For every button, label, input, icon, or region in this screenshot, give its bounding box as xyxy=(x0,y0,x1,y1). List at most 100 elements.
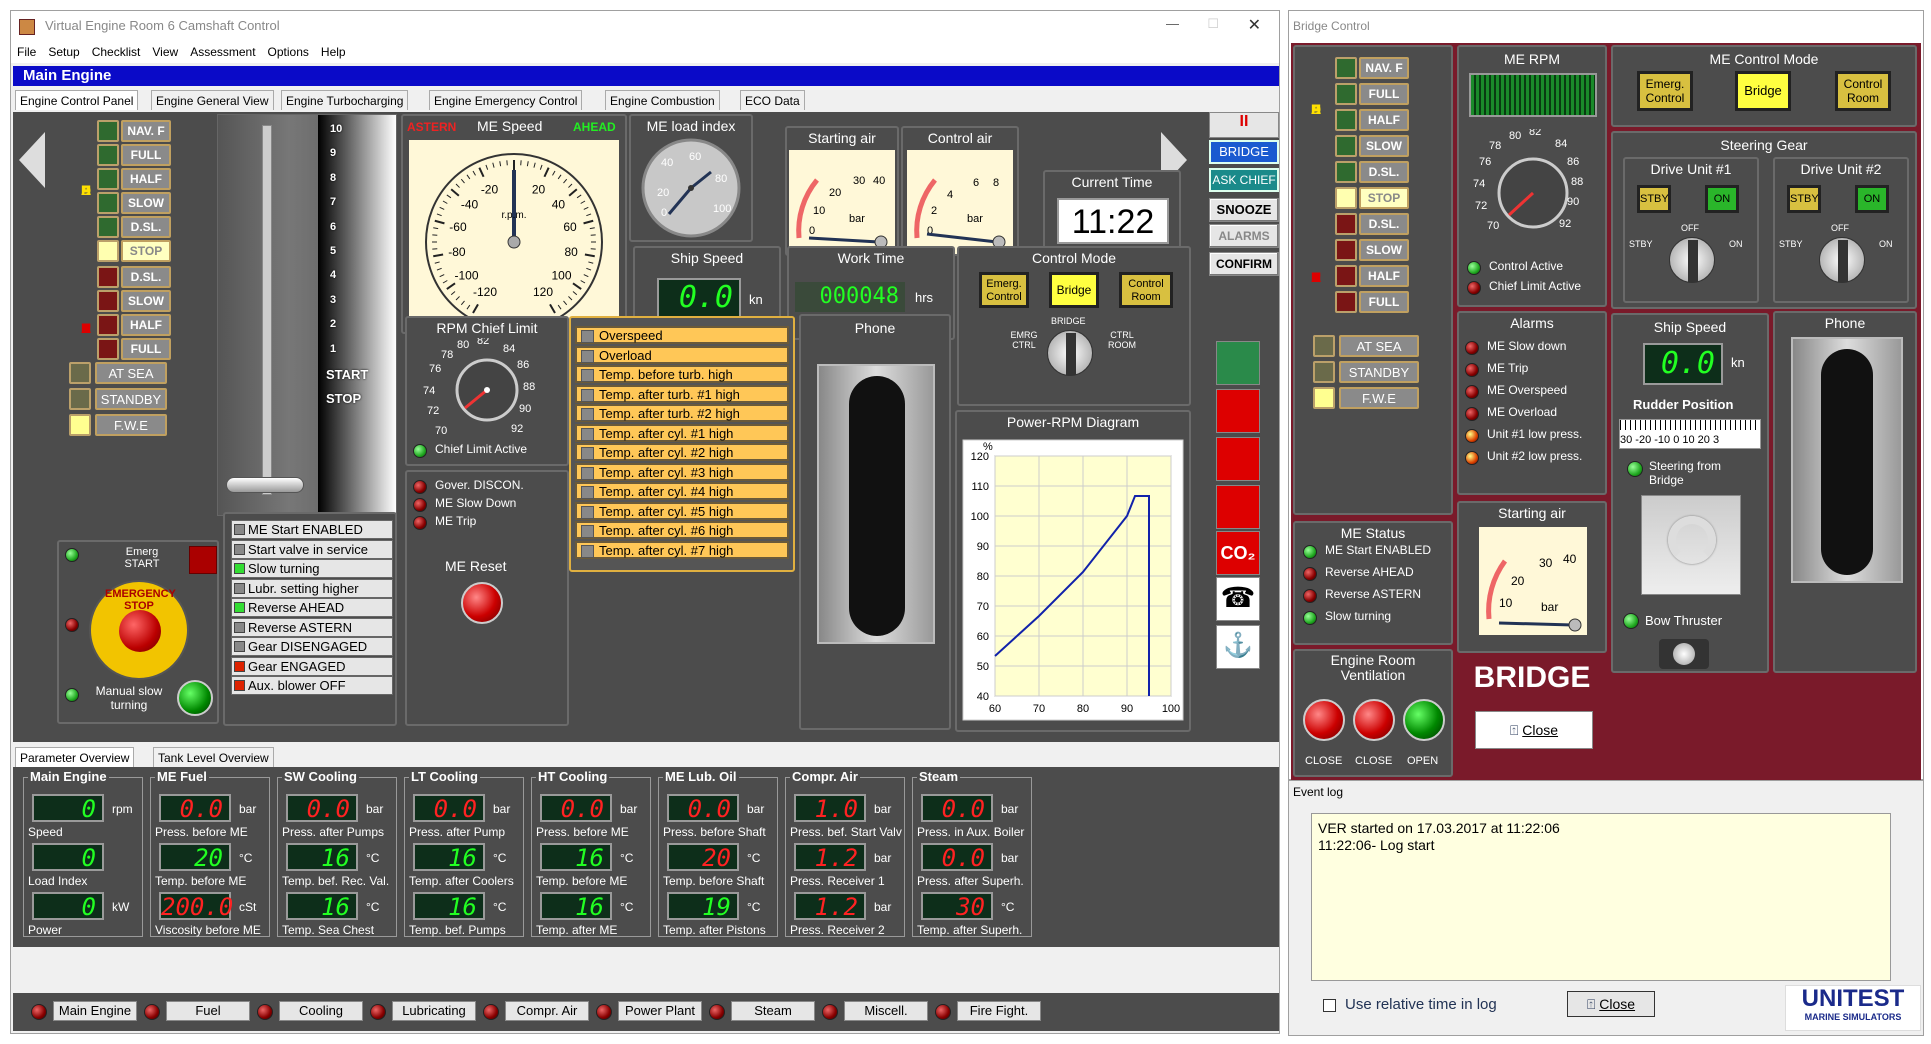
bottom-miscell--button[interactable]: Miscell. xyxy=(844,1001,928,1021)
tab-engine-general-view[interactable]: Engine General View xyxy=(151,90,274,110)
tab-engine-turbocharging[interactable]: Engine Turbocharging xyxy=(281,90,409,110)
fire-sprinkler-icon[interactable] xyxy=(1216,341,1260,385)
vent-button-2[interactable] xyxy=(1353,699,1395,741)
bottom-fire-fight--button[interactable]: Fire Fight. xyxy=(957,1001,1041,1021)
telegraph-half-button[interactable]: HALF xyxy=(121,314,171,336)
emerg-start-button[interactable] xyxy=(189,546,217,574)
minimize-icon[interactable]: — xyxy=(1166,16,1179,31)
steering-wheel-icon[interactable] xyxy=(1641,495,1741,595)
bridge-telegraph-full-button[interactable]: FULL xyxy=(1359,83,1409,105)
tab-eco-data[interactable]: ECO Data xyxy=(740,90,805,110)
menu-view[interactable]: View xyxy=(146,41,184,59)
bottom-lubricating-button[interactable]: Lubricating xyxy=(392,1001,476,1021)
bridge-mode-emergency-button[interactable]: Emerg. Control xyxy=(1637,71,1693,111)
tab-tank-level-overview[interactable]: Tank Level Overview xyxy=(153,747,274,767)
menu-options[interactable]: Options xyxy=(262,41,315,59)
co2-icon[interactable]: CO₂ xyxy=(1216,531,1260,575)
bridge-telegraph-dsl-button[interactable]: D.SL. xyxy=(1359,161,1409,183)
control-mode-switch[interactable] xyxy=(1047,330,1093,376)
menu-checklist[interactable]: Checklist xyxy=(86,41,147,59)
bridge-mode-atsea-button[interactable]: AT SEA xyxy=(1339,335,1419,357)
tab-engine-combustion[interactable]: Engine Combustion xyxy=(605,90,720,110)
gear-alarm-icon[interactable] xyxy=(1216,389,1260,433)
du2-on-button[interactable]: ON xyxy=(1855,185,1889,213)
telegraph-dsl-button[interactable]: D.SL. xyxy=(121,266,171,288)
bridge-mode-standby-button[interactable]: STANDBY xyxy=(1339,361,1419,383)
bridge-close-button[interactable]: ⍐ Close xyxy=(1475,711,1593,749)
param-value: 0.0 xyxy=(667,794,739,822)
mode-fwe-button[interactable]: F.W.E xyxy=(95,414,167,436)
bridge-telegraph-full-button[interactable]: FULL xyxy=(1359,291,1409,313)
bridge-telegraph-stop-button[interactable]: STOP xyxy=(1359,187,1409,209)
control-mode-bridge-button[interactable]: Bridge xyxy=(1049,272,1099,308)
me-speed-tick-label: -60 xyxy=(449,220,467,234)
vent-button-1[interactable] xyxy=(1303,699,1345,741)
telegraph-full-button[interactable]: FULL xyxy=(121,338,171,360)
lever-scale-label: STOP xyxy=(326,391,362,407)
maximize-icon[interactable]: ☐ xyxy=(1207,16,1219,32)
pause-button[interactable]: II xyxy=(1209,112,1279,138)
bridge-telegraph-slow-button[interactable]: SLOW xyxy=(1359,239,1409,261)
mode-atsea-button[interactable]: AT SEA xyxy=(95,362,167,384)
prev-page-arrow[interactable] xyxy=(19,132,45,188)
phone-handset[interactable] xyxy=(817,364,935,644)
menu-assessment[interactable]: Assessment xyxy=(184,41,261,59)
du2-stby-button[interactable]: STBY xyxy=(1787,185,1821,213)
menu-setup[interactable]: Setup xyxy=(42,41,85,59)
snooze-button[interactable]: SNOOZE xyxy=(1209,198,1279,222)
du2-switch[interactable] xyxy=(1819,237,1865,283)
bridge-telegraph-navf-button[interactable]: NAV. F xyxy=(1359,57,1409,79)
event-log-close-button[interactable]: ⍐ Close xyxy=(1567,991,1655,1017)
bridge-phone-handset[interactable] xyxy=(1791,337,1903,583)
bottom-power-plant-button[interactable]: Power Plant xyxy=(618,1001,702,1021)
manual-slow-button[interactable] xyxy=(177,680,213,716)
alarms-button[interactable]: ALARMS xyxy=(1209,224,1279,248)
telegraph-slow-button[interactable]: SLOW xyxy=(121,290,171,312)
tab-engine-control-panel[interactable]: Engine Control Panel xyxy=(15,90,139,110)
menu-file[interactable]: File xyxy=(11,41,42,59)
status-row: Start valve in service xyxy=(231,539,393,559)
bridge-mode-control-room-button[interactable]: Control Room xyxy=(1835,71,1891,111)
fire-icon[interactable] xyxy=(1216,485,1260,529)
bridge-telegraph-dsl-button[interactable]: D.SL. xyxy=(1359,213,1409,235)
bridge-mode-bridge-button[interactable]: Bridge xyxy=(1735,71,1791,111)
me-reset-button[interactable] xyxy=(461,582,503,624)
control-mode-emergency-button[interactable]: Emerg. Control xyxy=(979,272,1029,308)
telegraph-slow-button[interactable]: SLOW xyxy=(121,192,171,214)
lever-handle[interactable] xyxy=(226,477,304,493)
bridge-telegraph-half-button[interactable]: HALF xyxy=(1359,109,1409,131)
telegraph-navf-button[interactable]: NAV. F xyxy=(121,120,171,142)
confirm-button[interactable]: CONFIRM xyxy=(1209,252,1279,276)
relative-time-checkbox[interactable] xyxy=(1323,999,1336,1012)
bottom-cooling-button[interactable]: Cooling xyxy=(279,1001,363,1021)
bow-thruster-knob[interactable] xyxy=(1659,639,1709,669)
bridge-telegraph-slow-button[interactable]: SLOW xyxy=(1359,135,1409,157)
ask-chief-button[interactable]: ASK CHIEF xyxy=(1209,168,1279,192)
bottom-steam-button[interactable]: Steam xyxy=(731,1001,815,1021)
person-alarm-icon[interactable] xyxy=(1216,437,1260,481)
du1-on-button[interactable]: ON xyxy=(1705,185,1739,213)
telegraph-half-button[interactable]: HALF xyxy=(121,168,171,190)
mode-standby-button[interactable]: STANDBY xyxy=(95,388,167,410)
vent-button-3[interactable] xyxy=(1403,699,1445,741)
close-icon[interactable]: ✕ xyxy=(1248,15,1261,35)
emergency-stop-button[interactable]: EMERGENCY STOP xyxy=(89,580,189,680)
bridge-button[interactable]: BRIDGE xyxy=(1209,140,1279,164)
telegraph-dsl-button[interactable]: D.SL. xyxy=(121,216,171,238)
menu-help[interactable]: Help xyxy=(315,41,352,59)
telegraph-stop-button[interactable]: STOP xyxy=(121,240,171,262)
tab-parameter-overview[interactable]: Parameter Overview xyxy=(15,747,135,767)
du1-stby-button[interactable]: STBY xyxy=(1637,185,1671,213)
bottom-compr--air-button[interactable]: Compr. Air xyxy=(505,1001,589,1021)
bridge-telegraph-half-button[interactable]: HALF xyxy=(1359,265,1409,287)
telegraph-icon[interactable]: ⚓ xyxy=(1216,625,1260,669)
bridge-mode-fwe-button[interactable]: F.W.E xyxy=(1339,387,1419,409)
bottom-fuel-button[interactable]: Fuel xyxy=(166,1001,250,1021)
me-speed-tick-label: 60 xyxy=(563,220,577,234)
du1-switch[interactable] xyxy=(1669,237,1715,283)
tab-engine-emergency-control[interactable]: Engine Emergency Control xyxy=(429,90,583,110)
control-mode-control-room-button[interactable]: Control Room xyxy=(1119,272,1173,308)
phone-icon[interactable]: ☎ xyxy=(1216,577,1260,621)
bottom-main-engine-button[interactable]: Main Engine xyxy=(53,1001,137,1021)
telegraph-full-button[interactable]: FULL xyxy=(121,144,171,166)
